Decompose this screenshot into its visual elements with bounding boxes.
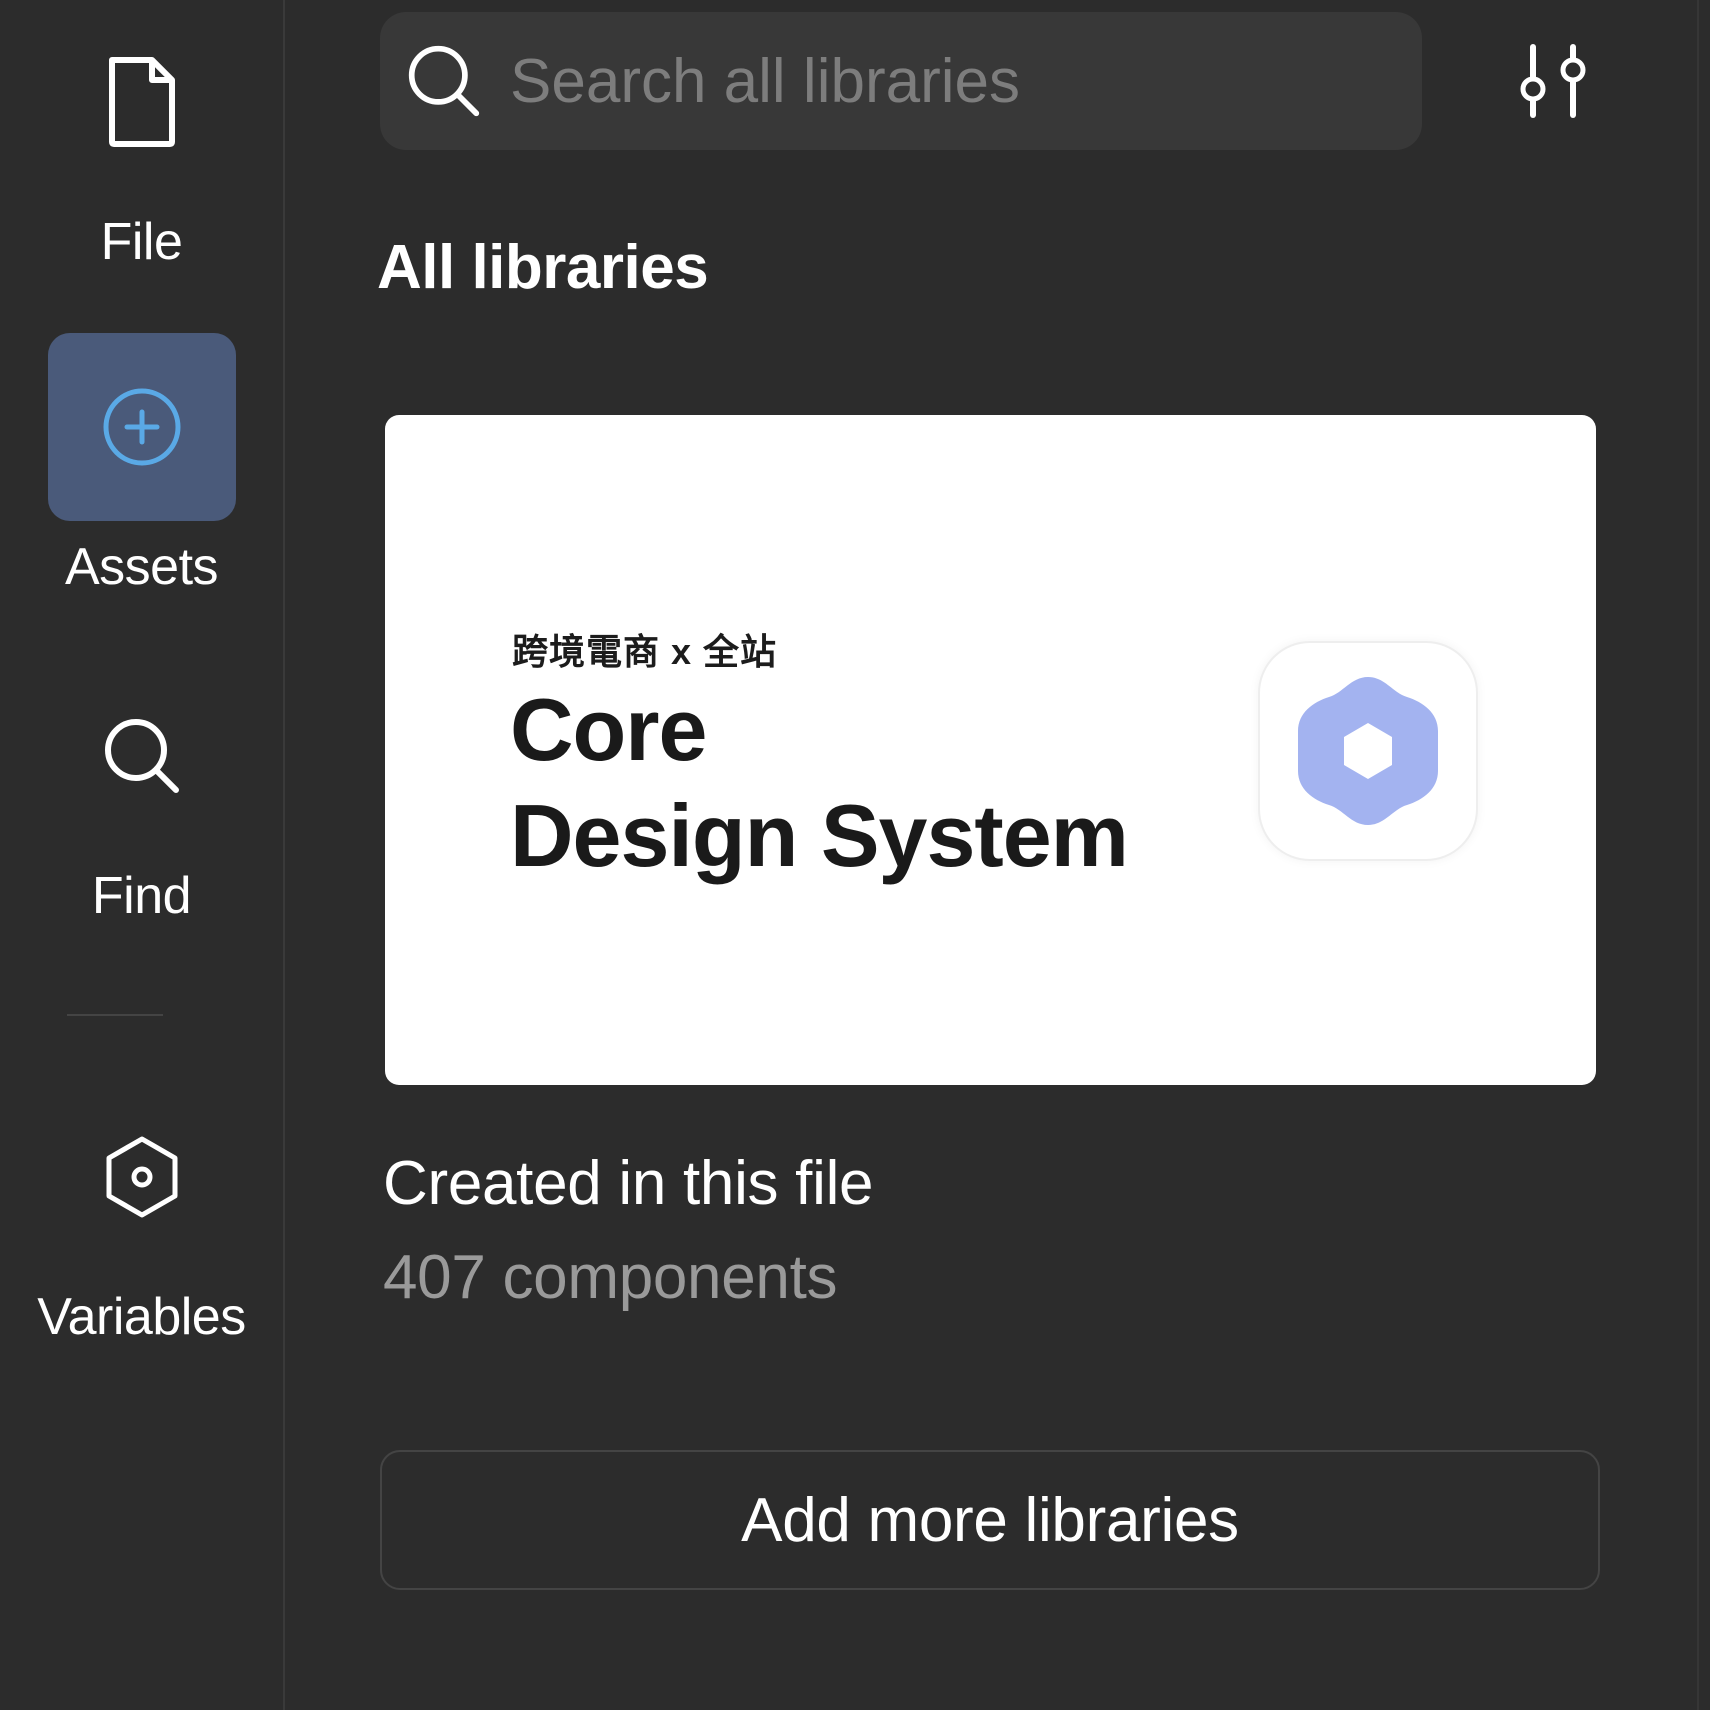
rail-item-file[interactable]: File [0, 8, 283, 272]
assets-panel: All libraries 跨境電商 x 全站 Core Design Syst… [287, 0, 1710, 1710]
file-icon [108, 57, 175, 147]
add-more-libraries-button[interactable]: Add more libraries [380, 1450, 1600, 1590]
hexagon-icon [106, 1136, 177, 1218]
rail-icon-wrap [48, 662, 236, 850]
rail-item-variables[interactable]: Variables [0, 1083, 283, 1347]
rail-icon-wrap [48, 1083, 236, 1271]
library-name: Created in this file [383, 1149, 874, 1218]
search-icon [408, 45, 480, 117]
library-card-title-line1: Core [510, 680, 707, 779]
add-circle-icon [103, 388, 180, 466]
rail-item-find[interactable]: Find [0, 662, 283, 926]
left-rail: File Assets Find Variables [0, 0, 285, 1710]
rail-icon-wrap [48, 8, 236, 196]
section-title: All libraries [377, 233, 709, 302]
library-logo [1258, 641, 1478, 861]
rail-item-assets[interactable]: Assets [0, 333, 283, 597]
search-box[interactable] [380, 11, 1422, 151]
rail-icon-wrap-active [47, 333, 236, 521]
library-component-count: 407 components [383, 1243, 838, 1312]
library-card-title: Core Design System [510, 677, 1129, 889]
rail-label-variables: Variables [37, 1288, 246, 1346]
app-window: File Assets Find Variables Search all li… [0, 0, 1710, 1710]
rail-label-file: File [100, 213, 183, 271]
library-card-title-line2: Design System [510, 786, 1129, 885]
gear-logo-icon [1298, 677, 1438, 825]
sliders-icon [1520, 44, 1586, 118]
panel-edge [1697, 0, 1699, 1710]
filter-button[interactable] [1509, 36, 1599, 126]
library-card-subtitle: 跨境電商 x 全站 [512, 631, 778, 672]
rail-label-assets: Assets [64, 538, 219, 596]
rail-label-find: Find [91, 867, 192, 925]
rail-divider [67, 1014, 163, 1016]
library-card[interactable]: 跨境電商 x 全站 Core Design System [385, 415, 1596, 1085]
search-input[interactable] [482, 11, 1422, 151]
search-icon [104, 719, 179, 793]
